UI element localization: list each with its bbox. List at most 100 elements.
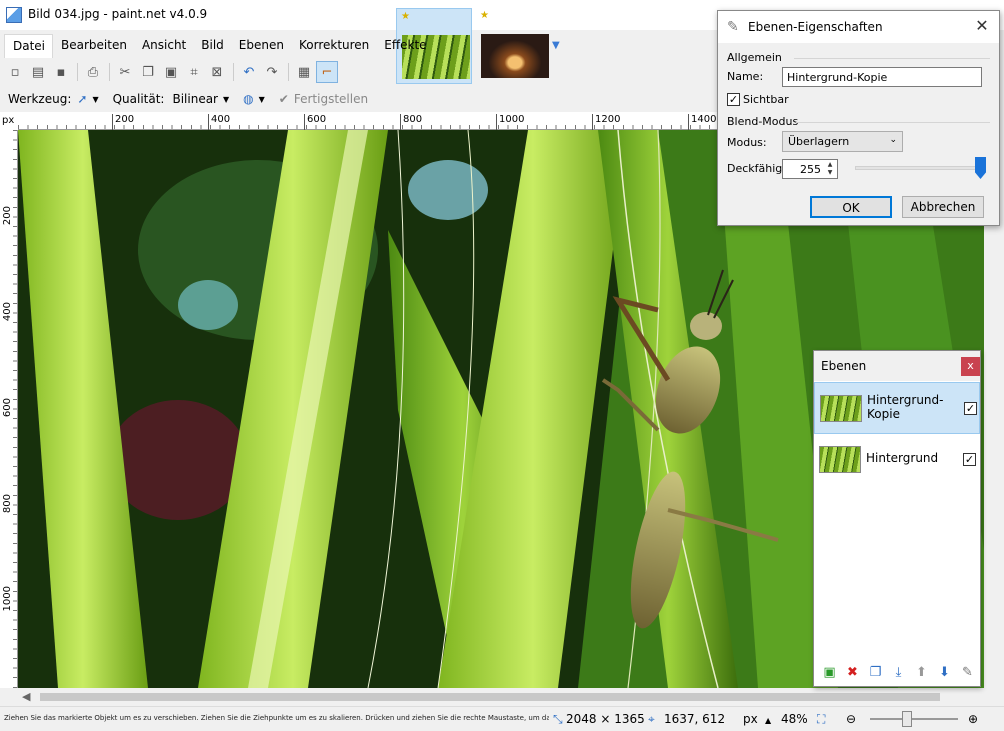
ruler-label: 1400 <box>688 114 716 130</box>
blend-mode-select[interactable]: Überlagern ⌄ <box>782 131 903 152</box>
layer-visible-checkbox[interactable]: ✓ <box>963 453 976 466</box>
move-layer-down-icon[interactable]: ⬇ <box>933 665 956 683</box>
ruler-label: 1000 <box>2 586 13 612</box>
unit-chevron-icon[interactable]: ▲ <box>765 716 771 725</box>
scroll-thumb[interactable] <box>40 693 940 701</box>
layer-name: Hintergrund-Kopie <box>867 393 944 421</box>
ruler-label: 200 <box>2 206 13 226</box>
scroll-left-icon[interactable]: ◀ <box>22 690 30 703</box>
delete-layer-icon[interactable]: ✖ <box>841 665 864 683</box>
ok-button[interactable]: OK <box>810 196 892 218</box>
opacity-spinner[interactable]: 255 ▲ ▼ <box>782 159 838 179</box>
move-layer-up-icon[interactable]: ⬆ <box>910 665 933 683</box>
undo-icon[interactable]: ↶ <box>238 61 260 83</box>
divider <box>796 122 990 123</box>
new-icon[interactable]: ▫ <box>4 61 26 83</box>
layer-thumbnail <box>820 395 862 422</box>
tab-list-chevron-icon[interactable]: ▼ <box>552 40 560 51</box>
layer-properties-icon[interactable]: ✎ <box>956 665 979 683</box>
quality-chevron-icon[interactable]: ▼ <box>223 95 229 104</box>
duplicate-layer-icon[interactable]: ❐ <box>864 665 887 683</box>
layer-visible-checkbox[interactable]: ✓ <box>964 402 977 415</box>
ruler-label: 600 <box>2 398 13 418</box>
dialog-title: Ebenen-Eigenschaften <box>748 20 883 34</box>
divider <box>794 58 990 59</box>
save-icon[interactable]: ▪ <box>50 61 72 83</box>
quality-label: Qualität: <box>112 92 165 106</box>
opacity-value: 255 <box>800 163 821 176</box>
ruler-label: 800 <box>400 114 422 130</box>
zoom-out-icon[interactable]: ⊖ <box>846 712 856 726</box>
layer-name-input[interactable]: Hintergrund-Kopie <box>782 67 982 87</box>
unit-select[interactable]: px <box>743 712 758 726</box>
layers-toolbar: ▣ ✖ ❐ ⤓ ⬆ ⬇ ✎ <box>818 665 979 683</box>
menu-bild[interactable]: Bild <box>193 34 231 58</box>
zoom-slider[interactable] <box>870 718 958 720</box>
chevron-down-icon: ⌄ <box>889 135 897 145</box>
quality-select[interactable]: Bilinear <box>172 92 218 106</box>
grid-icon[interactable]: ▦ <box>293 61 315 83</box>
crop-icon[interactable]: ⌗ <box>183 61 205 83</box>
horizontal-scrollbar[interactable]: ◀ <box>0 688 986 706</box>
menu-ebenen[interactable]: Ebenen <box>231 34 291 58</box>
layer-properties-icon: ✎ <box>727 19 739 35</box>
deselect-icon[interactable]: ⊠ <box>206 61 228 83</box>
spinner-arrows-icon[interactable]: ▲ ▼ <box>824 161 836 177</box>
status-hint-text: Ziehen Sie das markierte Objekt um es zu… <box>4 714 549 722</box>
unsaved-star-icon: ★ <box>401 11 410 22</box>
image-size-icon: ⤡ <box>553 712 563 726</box>
ruler-label: 1200 <box>592 114 620 130</box>
opacity-slider-knob[interactable] <box>975 157 986 179</box>
cancel-button[interactable]: Abbrechen <box>902 196 984 218</box>
open-icon[interactable]: ▤ <box>27 61 49 83</box>
checkmark-icon: ✔ <box>278 92 289 106</box>
image-tab-other[interactable]: ★ <box>476 8 552 84</box>
cursor-position: 1637, 612 <box>664 712 726 726</box>
blend-chevron-icon[interactable]: ▼ <box>259 95 265 104</box>
name-label: Name: <box>727 70 764 83</box>
layers-panel-header: Ebenen x <box>814 351 980 381</box>
copy-icon[interactable]: ❐ <box>137 61 159 83</box>
rulers-icon[interactable]: ⌐ <box>316 61 338 83</box>
print-icon[interactable]: ⎙ <box>82 61 104 83</box>
ruler-label: 600 <box>304 114 326 130</box>
close-icon[interactable]: x <box>961 357 980 376</box>
ruler-label: 400 <box>2 302 13 322</box>
add-layer-icon[interactable]: ▣ <box>818 665 841 683</box>
visible-checkbox[interactable]: ✓ <box>727 93 740 106</box>
layer-name: Hintergrund <box>866 451 939 465</box>
zoom-fit-icon[interactable]: ⛶ <box>817 712 825 727</box>
merge-layer-down-icon[interactable]: ⤓ <box>887 665 910 683</box>
blend-group-label: Blend-Modus <box>727 115 799 128</box>
layer-row[interactable]: Hintergrund-Kopie ✓ <box>814 382 980 434</box>
menu-datei[interactable]: Datei <box>4 34 54 58</box>
blend-mode-value: Überlagern <box>788 135 850 148</box>
cut-icon[interactable]: ✂ <box>114 61 136 83</box>
opacity-label: Deckfähigk <box>727 162 782 175</box>
app-icon <box>6 7 22 23</box>
image-thumbnail <box>481 34 549 78</box>
general-group-label: Allgemein <box>727 51 782 64</box>
ruler-label: 800 <box>2 494 13 514</box>
layer-row[interactable]: Hintergrund ✓ <box>814 434 980 486</box>
menu-korrekturen[interactable]: Korrekturen <box>291 34 376 58</box>
status-bar: Ziehen Sie das markierte Objekt um es zu… <box>0 706 1004 731</box>
opacity-slider[interactable] <box>855 166 983 170</box>
zoom-slider-knob[interactable] <box>902 711 912 727</box>
blend-mode-icon[interactable]: ◍ <box>243 92 253 106</box>
redo-icon[interactable]: ↷ <box>261 61 283 83</box>
finish-button[interactable]: Fertigstellen <box>294 92 368 106</box>
tool-dropdown-chevron-icon[interactable]: ▼ <box>92 95 98 104</box>
move-selected-tool-icon[interactable]: ➚ <box>77 92 87 106</box>
zoom-value[interactable]: 48% <box>781 712 808 726</box>
window-title: Bild 034.jpg - paint.net v4.0.9 <box>28 7 208 21</box>
layer-thumbnail <box>819 446 861 473</box>
menu-ansicht[interactable]: Ansicht <box>134 34 193 58</box>
menu-effekte[interactable]: Effekte <box>376 34 433 58</box>
close-icon[interactable]: ✕ <box>972 16 992 35</box>
layer-properties-dialog: ✎ Ebenen-Eigenschaften ✕ Allgemein Name:… <box>717 10 1000 226</box>
menu-bearbeiten[interactable]: Bearbeiten <box>53 34 134 58</box>
paste-icon[interactable]: ▣ <box>160 61 182 83</box>
zoom-in-icon[interactable]: ⊕ <box>968 712 978 726</box>
toolbar-divider <box>233 63 234 81</box>
